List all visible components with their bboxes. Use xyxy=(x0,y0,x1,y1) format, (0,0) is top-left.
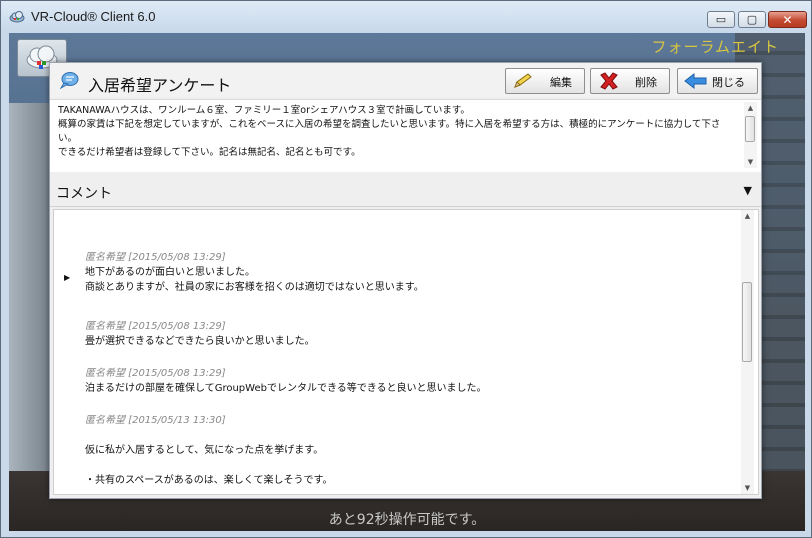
scroll-down-icon[interactable]: ▼ xyxy=(741,482,754,494)
comment-meta: 匿名希望 [2015/05/08 13:29] xyxy=(85,252,226,263)
comments-scrollbar[interactable]: ▲ ▼ xyxy=(741,210,754,494)
scene-building-left xyxy=(9,103,49,523)
title-bar[interactable]: VR-Cloud® Client 6.0 ▭ ▢ ✕ xyxy=(1,1,811,33)
cloud-app-icon xyxy=(9,11,25,23)
comment-line xyxy=(85,458,333,473)
delete-button-label: 削除 xyxy=(635,76,657,89)
description-text: TAKANAWAハウスは、ワンルーム６室、ファミリー１室orシェアハウス３室で計… xyxy=(58,105,721,158)
comment-item: 匿名希望 [2015/05/08 13:29] 地下があるのが面白いと思いました… xyxy=(85,250,424,295)
comment-item: 匿名希望 [2015/05/08 13:29] 畳が選択できるなどできたら良いか… xyxy=(85,319,315,349)
minimize-button[interactable]: ▭ xyxy=(707,11,735,28)
description-scroll-thumb[interactable] xyxy=(745,116,755,142)
close-button-label: 閉じる xyxy=(712,76,745,89)
delete-button[interactable]: 削除 xyxy=(590,68,670,94)
comment-meta: 匿名希望 [2015/05/08 13:29] xyxy=(85,368,226,379)
comments-scroll-thumb[interactable] xyxy=(742,282,752,362)
comments-section-title: コメント xyxy=(56,186,112,202)
red-x-icon xyxy=(600,72,618,90)
comment-meta: 匿名希望 [2015/05/08 13:29] xyxy=(85,321,226,332)
dialog-title: 入居希望アンケート xyxy=(88,76,232,95)
collapse-triangle-icon[interactable]: ▼ xyxy=(744,184,752,197)
comment-line: 商談とありますが、社員の家にお客様を招くのは適切ではないと思います。 xyxy=(85,282,424,293)
comment-line: 泊まるだけの部屋を確保してGroupWebでレンタルできる等できると良いと思いま… xyxy=(85,383,487,394)
comment-line: 仮に私が入居するとして、気になった点を挙げます。 xyxy=(85,445,324,456)
maximize-button[interactable]: ▢ xyxy=(738,11,766,28)
comment-item: 匿名希望 [2015/05/13 13:30] 仮に私が入居するとして、気になっ… xyxy=(85,413,333,488)
comment-line: 地下があるのが面白いと思いました。 xyxy=(85,267,255,278)
scroll-up-icon[interactable]: ▲ xyxy=(741,210,754,222)
dialog-header: 入居希望アンケート 編集 削除 閉じる xyxy=(50,63,761,97)
close-icon: ✕ xyxy=(782,12,793,27)
edit-button-label: 編集 xyxy=(550,76,572,89)
comment-line xyxy=(85,428,333,443)
speech-bubble-icon xyxy=(59,72,79,89)
section-divider xyxy=(50,206,761,207)
edit-button[interactable]: 編集 xyxy=(505,68,585,94)
comment-line: 畳が選択できるなどできたら良いかと思いました。 xyxy=(85,336,315,347)
comment-meta: 匿名希望 [2015/05/13 13:30] xyxy=(85,415,226,426)
comment-line: ・共有のスペースがあるのは、楽しくて楽しそうです。 xyxy=(85,475,333,486)
comment-item: 匿名希望 [2015/05/08 13:29] 泊まるだけの部屋を確保してGro… xyxy=(85,366,487,396)
back-arrow-icon xyxy=(684,72,707,90)
scroll-down-icon[interactable]: ▼ xyxy=(744,156,757,168)
close-window-button[interactable]: ✕ xyxy=(768,11,807,28)
comments-list[interactable]: ――――――――――――――――――――――――――――――――――――――――… xyxy=(53,209,759,495)
time-remaining-status: あと92秒操作可能です。 xyxy=(328,512,486,528)
window-title: VR-Cloud® Client 6.0 xyxy=(31,9,156,24)
pencil-icon xyxy=(514,73,532,88)
clipped-comment-line: ――――――――――――――――――――――――――――――――――――――――… xyxy=(85,210,675,214)
close-dialog-button[interactable]: 閉じる xyxy=(677,68,758,94)
current-row-arrow-icon: ▶ xyxy=(64,273,71,282)
description-panel: TAKANAWAハウスは、ワンルーム６室、ファミリー１室orシェアハウス３室で計… xyxy=(50,99,761,172)
survey-dialog: 入居希望アンケート 編集 削除 閉じる TAKANAWAハウスは、ワンルーム６室… xyxy=(49,62,762,499)
description-scrollbar[interactable]: ▲ ▼ xyxy=(744,102,757,168)
minimize-icon: ▭ xyxy=(715,13,727,26)
scroll-up-icon[interactable]: ▲ xyxy=(744,102,757,114)
maximize-icon: ▢ xyxy=(746,13,758,26)
brand-logo-text: フォーラムエイト xyxy=(651,38,779,56)
